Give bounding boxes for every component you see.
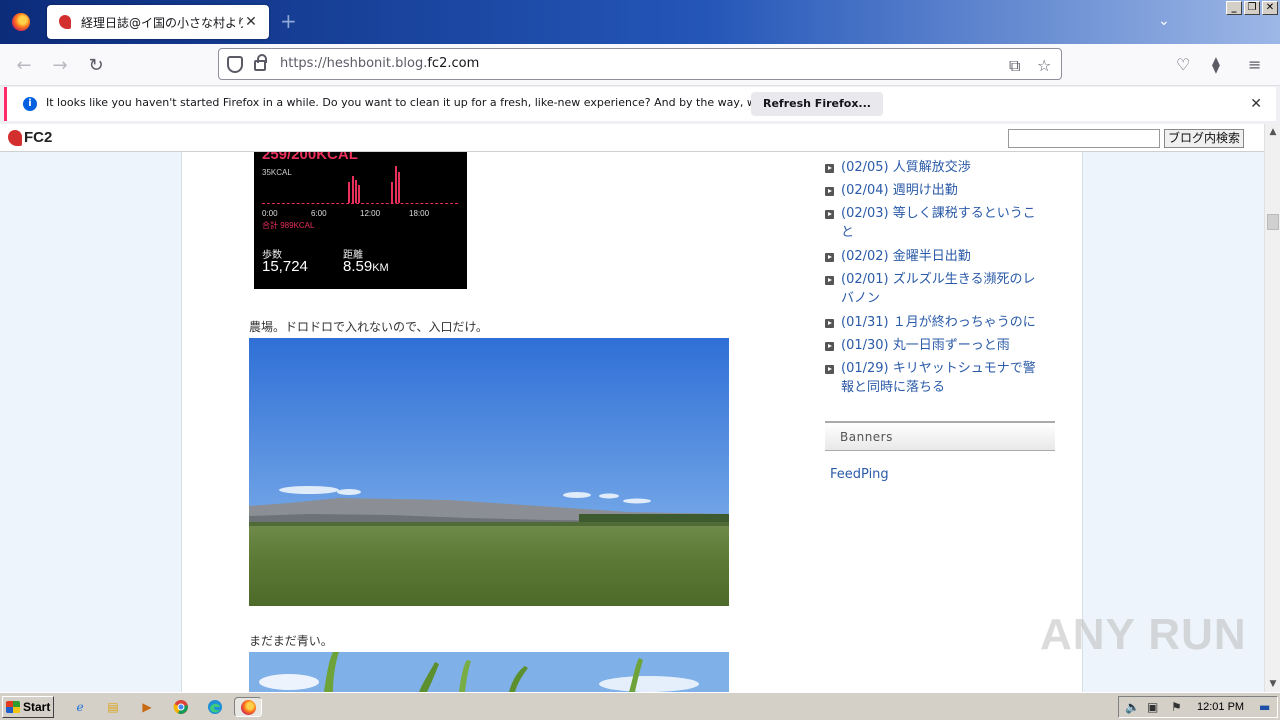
scroll-thumb[interactable] [1267, 214, 1279, 230]
scroll-up-arrow-icon[interactable]: ▲ [1265, 124, 1280, 140]
url-text[interactable]: https://heshbonit.blog.fc2.com [280, 56, 479, 71]
activity-bar [395, 166, 397, 203]
file-explorer-icon[interactable]: ▤ [103, 697, 123, 717]
lock-icon[interactable] [254, 54, 267, 71]
fc2-logo-icon [8, 129, 22, 146]
activity-bar [398, 172, 400, 203]
vertical-scrollbar[interactable]: ▲ ▼ [1264, 124, 1280, 692]
list-all-tabs-chevron-icon[interactable]: ⌄ [1158, 13, 1170, 29]
nav-toolbar: ← → ↻ https://heshbonit.blog.fc2.com ⧉ ☆… [0, 44, 1280, 86]
recent-entry[interactable]: (02/04) 週明け出勤 [825, 181, 1057, 200]
recent-entry[interactable]: (01/31) １月が終わっちゃうのに [825, 313, 1057, 332]
scroll-down-arrow-icon[interactable]: ▼ [1265, 676, 1280, 692]
tick-label: 18:00 [409, 209, 430, 218]
bullet-arrow-icon [825, 253, 834, 262]
volume-icon[interactable]: 🔈 [1125, 700, 1140, 714]
pocket-icon[interactable]: ♡ [1176, 55, 1190, 74]
tick-label: 6:00 [311, 209, 327, 218]
activity-bar [358, 185, 360, 203]
bullet-arrow-icon [825, 187, 834, 196]
recent-entry[interactable]: (02/02) 金曜半日出勤 [825, 247, 1057, 266]
tab-active[interactable]: 経理日誌@イ国の小さな村より ✕ [47, 5, 269, 39]
url-bar[interactable]: https://heshbonit.blog.fc2.com ⧉ ☆ [218, 48, 1062, 80]
title-bar: 経理日誌@イ国の小さな村より ✕ + ⌄ _ ❐ ✕ [0, 0, 1280, 44]
firefox-view-button[interactable] [0, 0, 42, 44]
windows-logo-icon [6, 701, 20, 713]
reload-icon[interactable]: ↻ [84, 53, 108, 77]
minimize-icon[interactable]: _ [1226, 1, 1242, 15]
post-caption: 農場。ドロドロで入れないので、入口だけ。 [249, 320, 488, 334]
corn-photo [249, 652, 729, 692]
fitness-activity-image: 259/200KCAL 35KCAL 0:00 6:00 12:00 18:00… [254, 152, 467, 289]
internet-explorer-icon[interactable]: ℯ [70, 697, 90, 717]
firefox-icon [240, 699, 256, 715]
recent-entry[interactable]: (02/03) 等しく課税するということ [825, 204, 1057, 242]
field-photo [249, 338, 729, 606]
refresh-firefox-button[interactable]: Refresh Firefox... [751, 92, 883, 116]
tab-title: 経理日誌@イ国の小さな村より [81, 15, 243, 30]
banners-header: Banners [825, 421, 1055, 451]
post-caption: まだまだ青い。 [249, 634, 333, 648]
recent-entry[interactable]: (01/29) キリヤットシュモナで警報と同時に落ちる [825, 359, 1057, 397]
close-window-icon[interactable]: ✕ [1262, 1, 1278, 15]
show-desktop-icon[interactable]: ▬ [1259, 700, 1270, 714]
firefox-taskbar-icon[interactable] [234, 697, 262, 717]
bullet-arrow-icon [825, 276, 834, 285]
blog-content: 259/200KCAL 35KCAL 0:00 6:00 12:00 18:00… [181, 152, 1083, 692]
activity-bar [391, 182, 393, 203]
anyrun-watermark: ANY RUN [1040, 610, 1247, 659]
info-icon: i [23, 97, 37, 111]
activity-bar [352, 176, 354, 203]
chrome-icon[interactable] [171, 697, 191, 717]
bullet-arrow-icon [825, 210, 834, 219]
tick-label: 12:00 [360, 209, 381, 218]
bullet-arrow-icon [825, 164, 834, 173]
recent-entry[interactable]: (02/01) ズルズル生きる瀕死のレバノン [825, 270, 1057, 308]
recent-entry[interactable]: (01/30) 丸一日雨ずーっと雨 [825, 336, 1057, 355]
system-tray: 🔈 ▣ ⚑ 12:01 PM ▬ [1118, 696, 1278, 718]
action-center-flag-icon[interactable]: ⚑ [1171, 700, 1182, 714]
firefox-icon [12, 13, 30, 31]
clock[interactable]: 12:01 PM [1197, 701, 1244, 713]
notification-text: It looks like you haven't started Firefo… [46, 96, 830, 109]
page-viewport: FC2 ブログ内検索 259/200KCAL 35KCAL 0:00 6:00 … [0, 124, 1264, 692]
refresh-notification-bar: i It looks like you haven't started Fire… [4, 87, 1276, 121]
activity-bar [355, 180, 357, 203]
network-icon[interactable]: ▣ [1147, 700, 1158, 714]
bullet-arrow-icon [825, 342, 834, 351]
forward-arrow-icon[interactable]: → [48, 53, 72, 77]
back-arrow-icon[interactable]: ← [12, 53, 36, 77]
notification-close-icon[interactable]: ✕ [1250, 96, 1262, 112]
bookmark-star-icon[interactable]: ☆ [1037, 56, 1051, 75]
kcal-goal: 259/200KCAL [262, 152, 358, 163]
tab-close-icon[interactable]: ✕ [243, 14, 259, 30]
extensions-icon[interactable]: ⧫ [1212, 55, 1220, 74]
distance-value: 8.59KM [343, 258, 389, 275]
tracking-shield-icon[interactable] [227, 56, 243, 73]
blog-search-input[interactable] [1008, 129, 1160, 148]
edge-icon[interactable] [205, 697, 225, 717]
fc2-header-bar: FC2 ブログ内検索 [0, 124, 1264, 152]
fc2-favicon-icon [57, 14, 73, 30]
recent-entry[interactable]: (02/05) 人質解放交渉 [825, 158, 1057, 177]
chart-baseline [262, 203, 458, 204]
taskbar: Start ℯ ▤ ▶ 🔈 ▣ ⚑ 12:01 PM ▬ [0, 692, 1280, 720]
hamburger-menu-icon[interactable]: ≡ [1248, 55, 1261, 74]
kcal-scale: 35KCAL [262, 168, 292, 177]
media-player-icon[interactable]: ▶ [137, 697, 157, 717]
bullet-arrow-icon [825, 319, 834, 328]
activity-bar [348, 182, 350, 203]
window-controls: _ ❐ ✕ [1226, 1, 1278, 15]
steps-value: 15,724 [262, 258, 308, 275]
restore-icon[interactable]: ❐ [1244, 1, 1260, 15]
bullet-arrow-icon [825, 365, 834, 374]
kcal-total: 合計 989KCAL [262, 221, 315, 230]
blog-search-button[interactable]: ブログ内検索 [1164, 129, 1244, 148]
feedping-link[interactable]: FeedPing [830, 467, 889, 482]
tick-label: 0:00 [262, 209, 278, 218]
new-tab-plus-icon[interactable]: + [280, 11, 297, 31]
fc2-logo[interactable]: FC2 [8, 129, 52, 146]
reader-view-icon[interactable]: ⧉ [1009, 56, 1020, 76]
start-button[interactable]: Start [2, 696, 54, 718]
